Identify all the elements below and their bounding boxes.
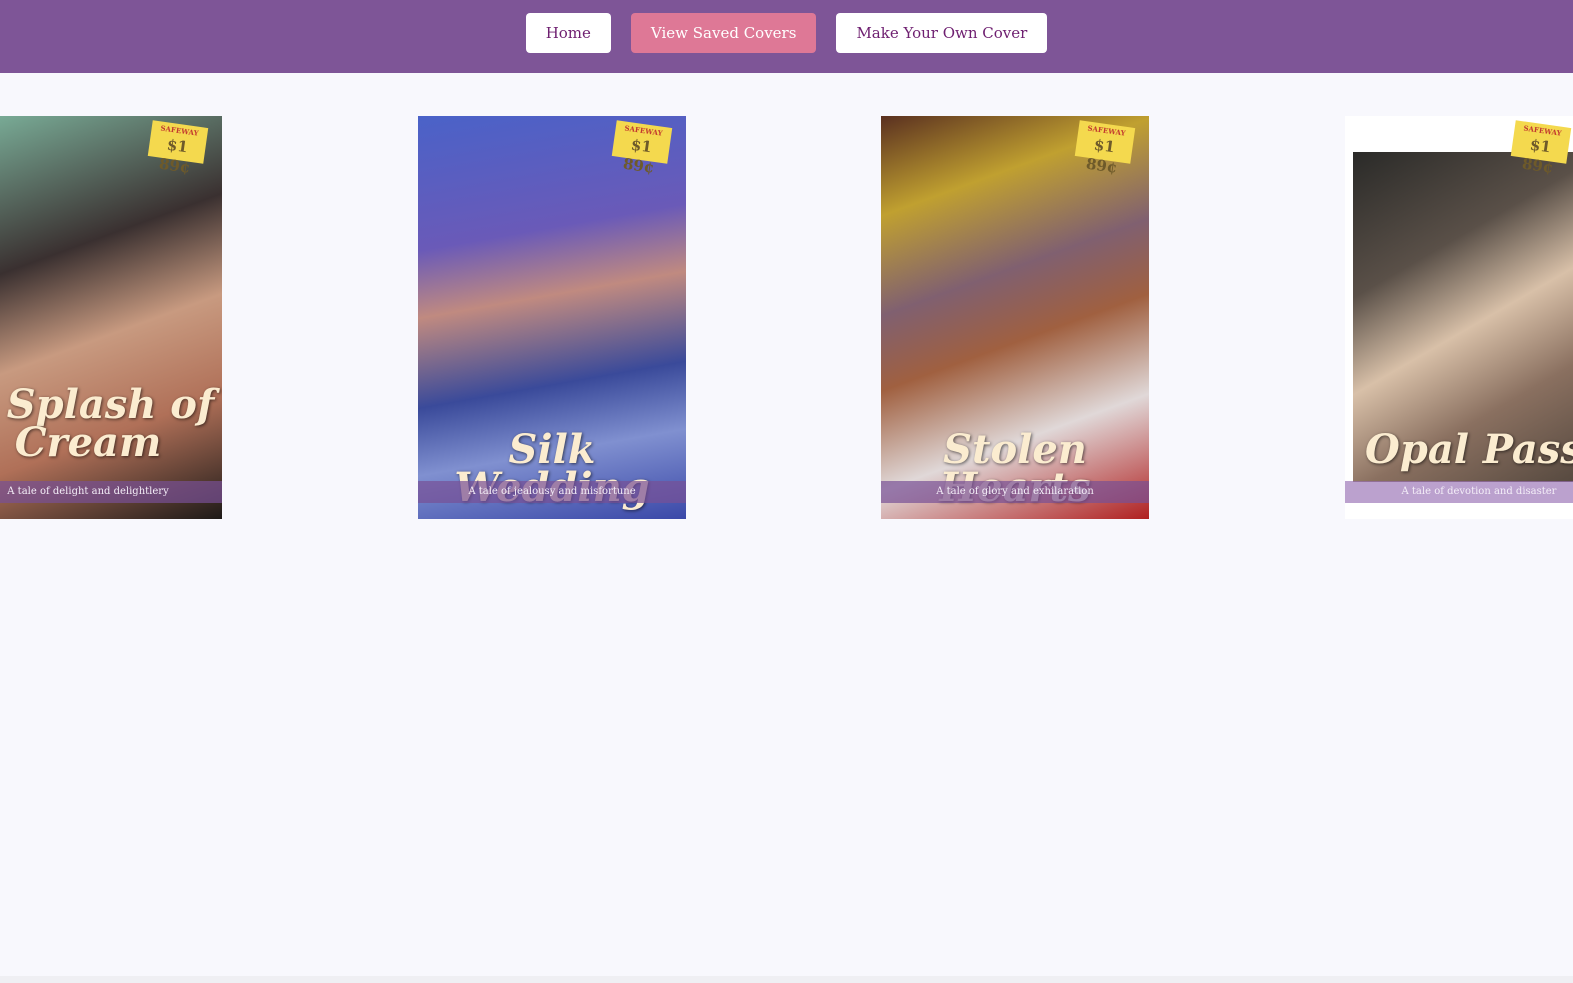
view-saved-covers-button[interactable]: View Saved Covers xyxy=(630,12,817,53)
price-sticker: SAFEWAY $1 89¢ xyxy=(147,120,209,177)
make-your-own-cover-button[interactable]: Make Your Own Cover xyxy=(836,12,1048,53)
price-sticker: SAFEWAY $1 89¢ xyxy=(1510,120,1572,177)
cover-tagline: A tale of devotion and disaster xyxy=(1345,481,1573,503)
cover-tagline: A tale of glory and exhilaration xyxy=(881,481,1149,503)
home-button[interactable]: Home xyxy=(525,12,611,53)
page-bottom-edge xyxy=(0,976,1573,983)
cover-title: A Splash of Cream xyxy=(0,381,215,466)
cover-tagline: A tale of delight and delightlery xyxy=(0,481,222,503)
price-sticker: SAFEWAY $1 89¢ xyxy=(1074,120,1136,177)
cover-tagline: A tale of jealousy and misfortune xyxy=(418,481,686,503)
cover-title: Opal Passion xyxy=(1365,426,1573,473)
saved-cover[interactable]: SAFEWAY$1 89¢ A Splash of Cream A tale o… xyxy=(0,116,222,519)
saved-cover[interactable]: SAFEWAY$1 89¢ Silk Wedding A tale of jea… xyxy=(418,116,686,519)
saved-cover[interactable]: SAFEWAY$1 89¢ Opal Passion A tale of dev… xyxy=(1345,116,1573,519)
top-nav: Home View Saved Covers Make Your Own Cov… xyxy=(0,0,1573,73)
saved-cover[interactable]: SAFEWAY$1 89¢ Stolen Hearts A tale of gl… xyxy=(881,116,1149,519)
price-sticker: SAFEWAY $1 89¢ xyxy=(611,120,673,177)
